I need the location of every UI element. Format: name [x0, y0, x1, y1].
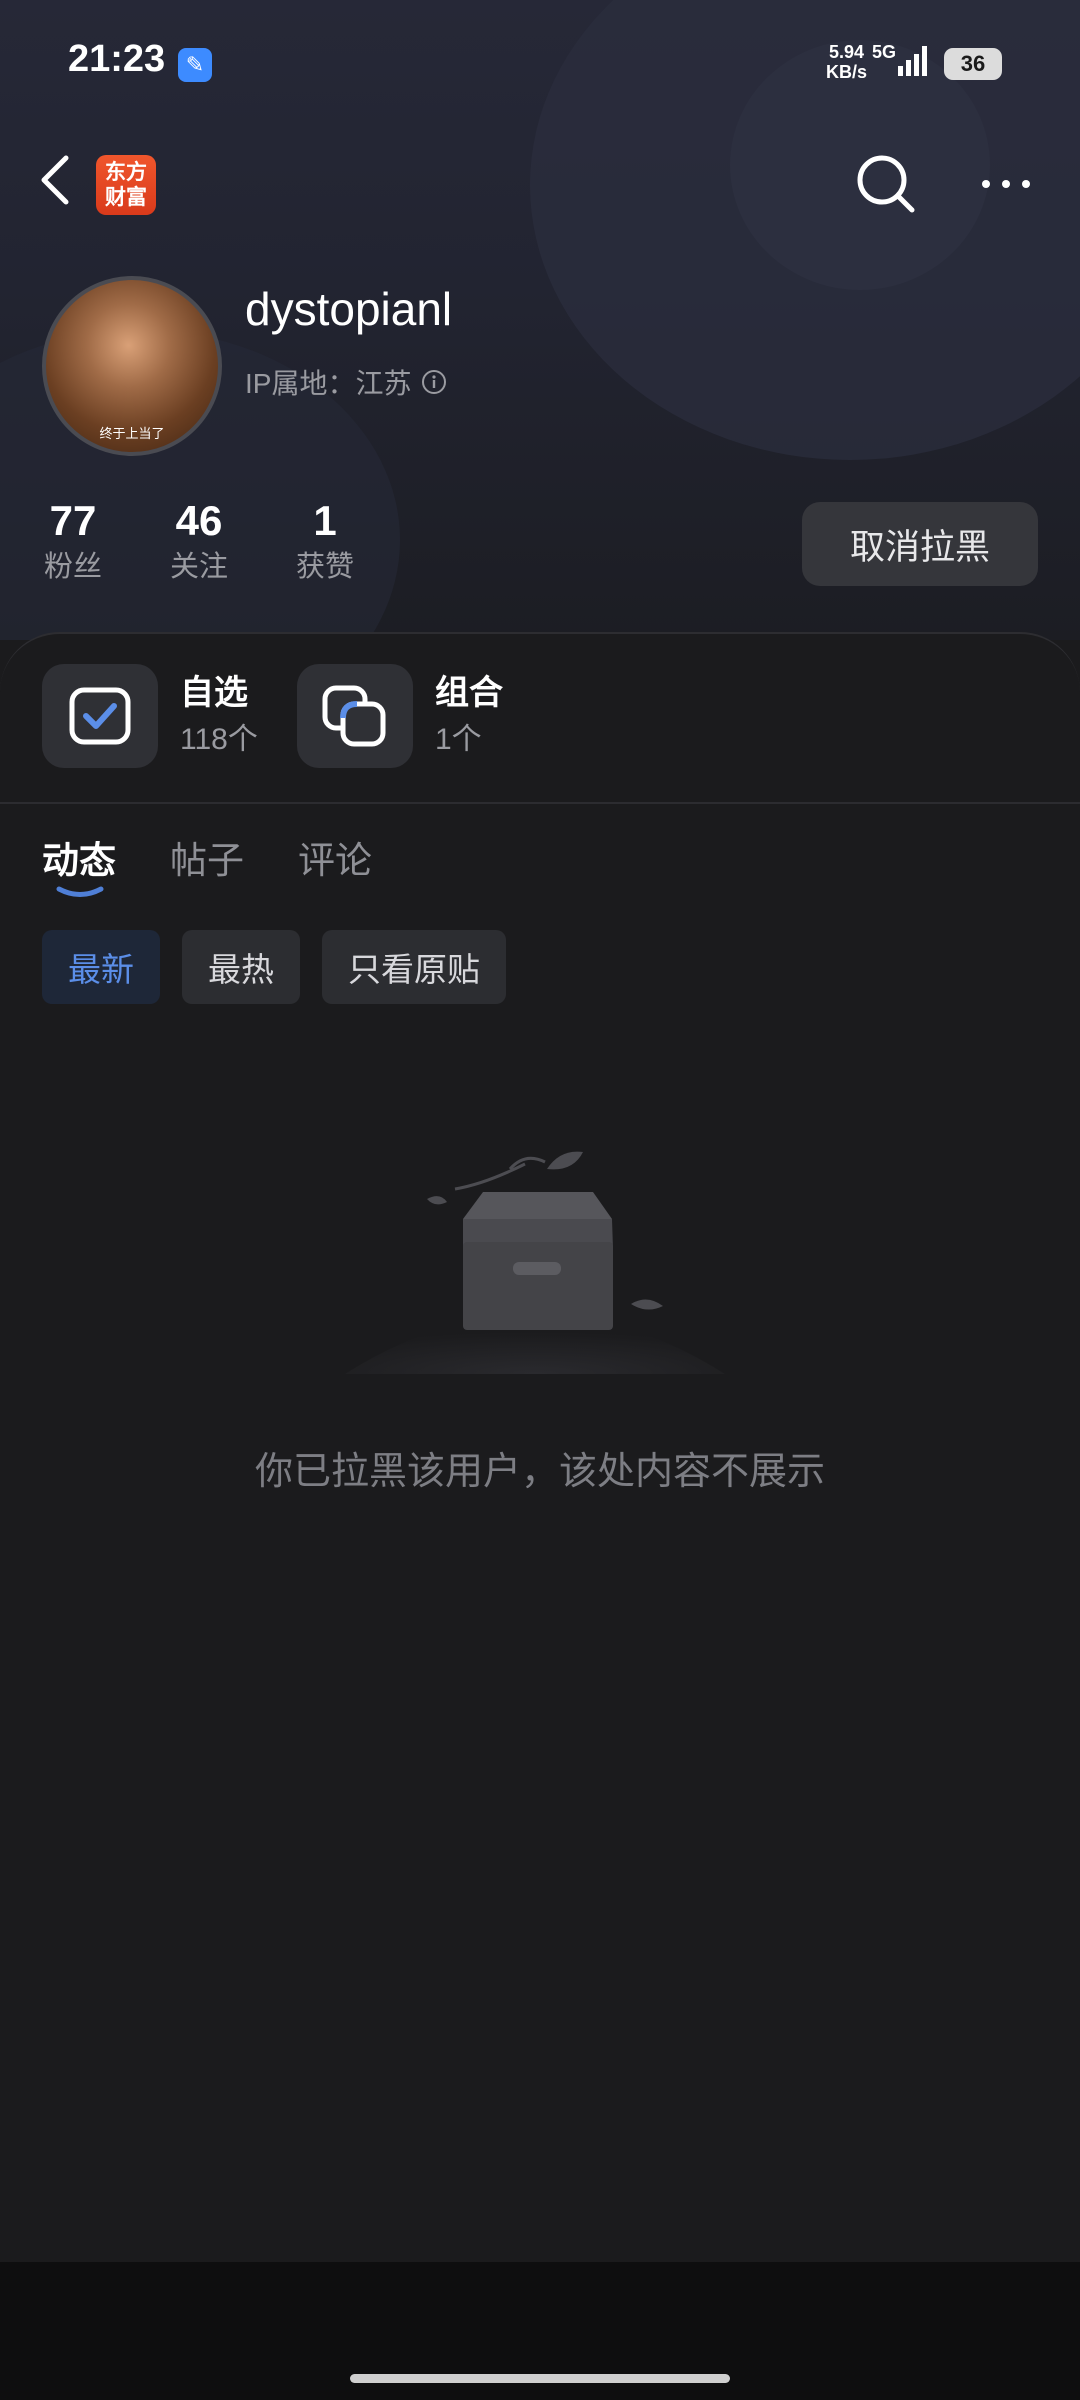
divider: [0, 802, 1080, 804]
feature-title: 自选: [180, 674, 248, 712]
more-icon[interactable]: [978, 168, 1034, 200]
username: dystopianl: [245, 283, 453, 335]
feature-count: 118个: [180, 723, 258, 756]
tab-label: 帖子: [170, 840, 244, 881]
stat-value: 77: [49, 497, 97, 544]
tab-label: 评论: [298, 840, 372, 881]
feature-watchlist[interactable]: 自选 118个: [42, 664, 258, 768]
portfolio-icon: [297, 664, 413, 768]
status-time: 21:23: [68, 38, 166, 80]
filter-hottest[interactable]: 最热: [182, 930, 300, 1004]
filter-original-only[interactable]: 只看原贴: [322, 930, 506, 1004]
back-icon[interactable]: [36, 150, 76, 210]
stat-label: 粉丝: [43, 551, 102, 583]
tab-bar: 动态 帖子 评论: [42, 830, 372, 897]
unblock-button[interactable]: 取消拉黑: [802, 502, 1038, 586]
tab-posts[interactable]: 帖子: [170, 830, 244, 884]
feature-title: 组合: [435, 674, 503, 712]
tab-active-indicator: [56, 886, 104, 897]
content-card: 自选 118个 组合 1个 动态 帖子 评论 最新 最热 只看原贴 你已拉黑该用…: [0, 632, 1080, 2264]
app-notification-icon: ✎: [178, 48, 212, 82]
filter-latest[interactable]: 最新: [42, 930, 160, 1004]
tab-comments[interactable]: 评论: [298, 830, 372, 884]
signal-icon: [898, 46, 927, 76]
empty-box-icon: [345, 1151, 725, 1374]
network-speed-value: 5.94: [828, 42, 865, 62]
brand-logo-line2: 财富: [105, 186, 147, 209]
watchlist-check-icon: [42, 664, 158, 768]
stat-label: 关注: [169, 551, 228, 583]
empty-state-message: 你已拉黑该用户，该处内容不展示: [254, 1451, 825, 1493]
feature-portfolio[interactable]: 组合 1个: [297, 664, 503, 768]
filter-chips: 最新 最热 只看原贴: [42, 930, 506, 1004]
feature-count: 1个: [435, 723, 482, 756]
network-speed: 5.94 KB/s: [826, 42, 867, 82]
stat-value: 1: [313, 497, 337, 544]
network-speed-unit: KB/s: [826, 62, 868, 82]
battery-icon: 36: [944, 48, 1002, 80]
info-icon[interactable]: [421, 369, 447, 395]
avatar-caption: 终于上当了: [99, 426, 165, 441]
brand-logo-line1: 东方: [105, 161, 147, 184]
ip-location: IP属地：江苏: [245, 362, 447, 402]
network-type: 5G: [872, 42, 897, 62]
stat-label: 获赞: [295, 551, 354, 583]
stat-value: 46: [175, 497, 223, 544]
tab-activity[interactable]: 动态: [42, 830, 116, 897]
home-indicator[interactable]: [350, 2374, 730, 2383]
stat-followers[interactable]: 77 粉丝: [18, 496, 128, 586]
stat-likes[interactable]: 1 获赞: [270, 496, 380, 586]
brand-logo: 东方 财富: [96, 155, 156, 215]
search-icon[interactable]: [854, 152, 918, 216]
stat-following[interactable]: 46 关注: [144, 496, 254, 586]
tab-label: 动态: [42, 840, 116, 881]
avatar[interactable]: 终于上当了: [42, 276, 222, 456]
ip-location-label: IP属地：江苏: [245, 368, 412, 399]
